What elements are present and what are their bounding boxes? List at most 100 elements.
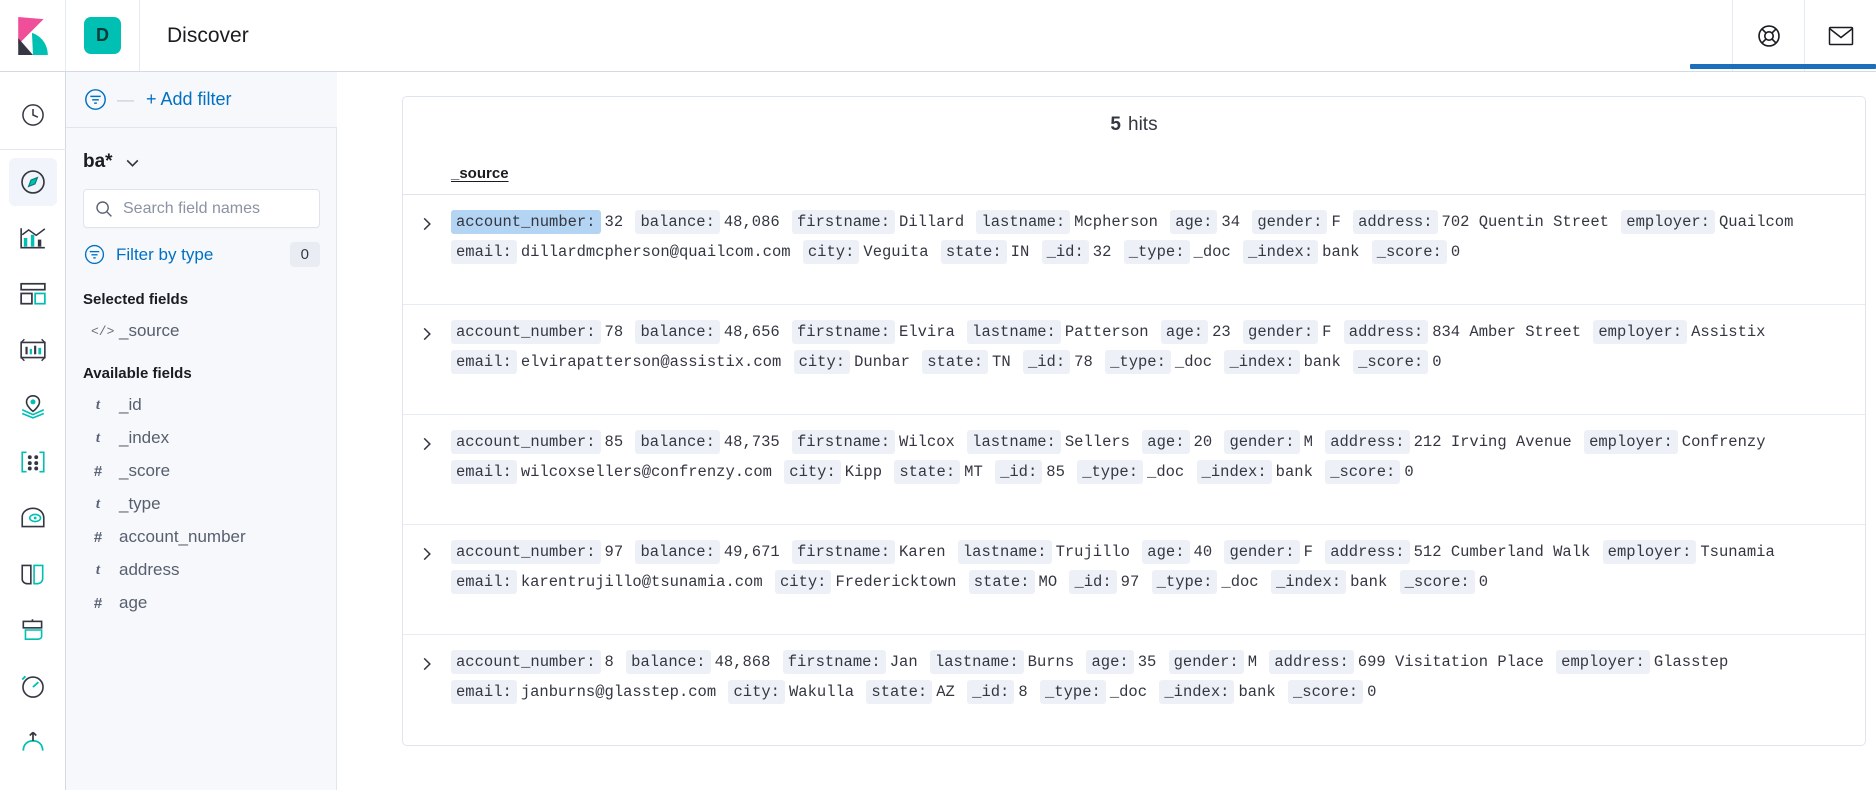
field-list-item[interactable]: </> _source [66, 308, 337, 341]
add-filter-button[interactable]: + Add filter [146, 89, 232, 110]
field-key[interactable]: gender: [1224, 540, 1300, 564]
index-pattern-selector[interactable]: ba* [66, 129, 337, 189]
sidebar-item-maps[interactable] [9, 382, 57, 430]
field-key[interactable]: state: [866, 680, 933, 704]
field-key[interactable]: address: [1343, 320, 1429, 344]
sidebar-item-metrics[interactable] [9, 662, 57, 710]
field-key[interactable]: age: [1160, 320, 1209, 344]
field-key[interactable]: _index: [1159, 680, 1235, 704]
sidebar-item-canvas[interactable] [9, 326, 57, 374]
field-key[interactable]: _type: [1105, 350, 1171, 374]
field-key[interactable]: lastname: [929, 650, 1024, 674]
field-key[interactable]: gender: [1252, 210, 1328, 234]
field-key[interactable]: account_number: [451, 210, 601, 234]
filter-circle-icon[interactable] [83, 87, 108, 112]
field-key[interactable]: account_number: [451, 430, 601, 454]
kibana-logo-button[interactable] [0, 0, 66, 71]
field-key[interactable]: _type: [1040, 680, 1106, 704]
field-key[interactable]: city: [784, 460, 841, 484]
field-key[interactable]: account_number: [451, 540, 601, 564]
field-key[interactable]: email: [451, 680, 517, 704]
field-key[interactable]: employer: [1556, 650, 1650, 674]
field-key[interactable]: city: [802, 240, 860, 264]
field-key[interactable]: _id: [1041, 240, 1089, 264]
field-key[interactable]: address: [1269, 650, 1354, 674]
table-row[interactable]: account_number: 78 balance: 48,656 firstna… [403, 305, 1865, 415]
table-row[interactable]: account_number: 32 balance: 48,086 firstna… [403, 195, 1865, 305]
app-badge[interactable]: D [84, 17, 121, 54]
expand-row-button[interactable] [403, 647, 451, 673]
field-key[interactable]: lastname: [967, 430, 1061, 454]
field-key[interactable]: gender: [1168, 650, 1244, 674]
help-button[interactable] [1732, 0, 1804, 71]
field-key[interactable]: email: [451, 350, 517, 374]
field-key[interactable]: account_number: [451, 320, 601, 344]
field-key[interactable]: _id: [1069, 570, 1117, 594]
field-key[interactable]: balance: [635, 430, 720, 454]
field-list-item[interactable]: # account_number [66, 514, 337, 547]
field-list-item[interactable]: t _index [66, 415, 337, 448]
field-key[interactable]: lastname: [967, 320, 1061, 344]
sidebar-item-apm[interactable] [9, 606, 57, 654]
field-key[interactable]: _id: [995, 460, 1043, 484]
field-key[interactable]: state: [940, 240, 1007, 264]
expand-row-button[interactable] [403, 317, 451, 343]
field-key[interactable]: firstname: [782, 650, 886, 674]
field-key[interactable]: city: [774, 570, 832, 594]
field-key[interactable]: balance: [635, 540, 720, 564]
field-key[interactable]: _type: [1077, 460, 1144, 484]
field-key[interactable]: _id: [967, 680, 1015, 704]
field-key[interactable]: state: [968, 570, 1035, 594]
field-key[interactable]: address: [1325, 430, 1410, 454]
sidebar-item-visualize[interactable] [9, 214, 57, 262]
filter-by-type-row[interactable]: Filter by type 0 [66, 228, 337, 267]
field-key[interactable]: _index: [1243, 240, 1319, 264]
mail-button[interactable] [1804, 0, 1876, 71]
field-key[interactable]: age: [1142, 540, 1190, 564]
field-key[interactable]: _index: [1196, 460, 1272, 484]
field-key[interactable]: balance: [635, 320, 720, 344]
column-header-source[interactable]: _source [451, 165, 509, 182]
field-key[interactable]: lastname: [957, 540, 1052, 564]
field-key[interactable]: email: [451, 460, 517, 484]
field-key[interactable]: _score: [1371, 240, 1447, 264]
field-key[interactable]: address: [1325, 540, 1410, 564]
field-key[interactable]: email: [451, 570, 517, 594]
field-list-item[interactable]: # _score [66, 448, 337, 481]
field-key[interactable]: state: [922, 350, 989, 374]
search-field-names-box[interactable] [83, 189, 320, 228]
sidebar-item-machine-learning[interactable] [9, 438, 57, 486]
sidebar-item-graph[interactable] [9, 494, 57, 542]
field-key[interactable]: email: [451, 240, 517, 264]
field-key[interactable]: _id: [1022, 350, 1071, 374]
field-key[interactable]: _type: [1123, 240, 1190, 264]
sidebar-item-recently-viewed[interactable] [9, 91, 57, 139]
field-list-item[interactable]: t _id [66, 382, 337, 415]
table-row[interactable]: account_number: 97 balance: 49,671 firstna… [403, 525, 1865, 635]
field-key[interactable]: employer: [1621, 210, 1715, 234]
field-list-item[interactable]: # age [66, 580, 337, 613]
field-key[interactable]: age: [1170, 210, 1218, 234]
table-row[interactable]: account_number: 8 balance: 48,868 firstnam… [403, 635, 1865, 745]
field-list-item[interactable]: t _type [66, 481, 337, 514]
field-key[interactable]: lastname: [976, 210, 1071, 234]
field-key[interactable]: age: [1142, 430, 1190, 454]
field-key[interactable]: employer: [1584, 430, 1678, 454]
field-key[interactable]: _score: [1399, 570, 1475, 594]
field-key[interactable]: account_number: [451, 650, 601, 674]
field-key[interactable]: city: [793, 350, 851, 374]
sidebar-item-dashboard[interactable] [9, 270, 57, 318]
expand-row-button[interactable] [403, 207, 451, 233]
expand-row-button[interactable] [403, 537, 451, 563]
field-key[interactable]: firstname: [792, 320, 896, 344]
field-key[interactable]: employer: [1602, 540, 1697, 564]
field-key[interactable]: firstname: [792, 210, 896, 234]
expand-row-button[interactable] [403, 427, 451, 453]
sidebar-item-uptime[interactable] [9, 550, 57, 598]
field-key[interactable]: _score: [1325, 460, 1401, 484]
field-key[interactable]: balance: [635, 210, 720, 234]
sidebar-item-discover[interactable] [8, 158, 57, 206]
field-key[interactable]: state: [894, 460, 961, 484]
field-key[interactable]: _score: [1353, 350, 1429, 374]
field-key[interactable]: _score: [1288, 680, 1364, 704]
